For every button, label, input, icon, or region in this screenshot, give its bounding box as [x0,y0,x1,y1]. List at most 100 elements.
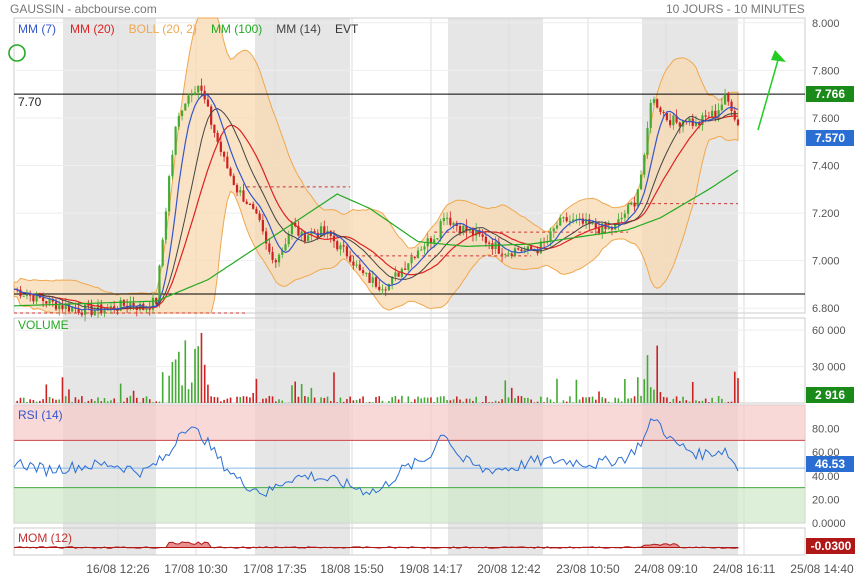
volume-bar [585,397,587,403]
candle [345,246,349,257]
candle [436,238,439,240]
volume-bar [271,396,274,403]
period-label: 10 JOURS - 10 MINUTES [666,2,805,16]
volume-bar [669,402,671,403]
candle [520,249,523,252]
candle [184,103,187,111]
candle [416,250,420,258]
volume-bar [443,396,445,403]
candle [727,94,730,102]
legend-mm100[interactable]: MM (100) [211,22,262,36]
candle [242,190,245,202]
volume-bar [465,398,468,403]
x-tick-label: 25/08 14:40 [790,562,854,576]
candle [32,295,35,302]
candle [29,294,32,296]
volume-bar [514,398,516,403]
candle [639,174,643,190]
price-tick-label: 6.800 [812,303,840,315]
legend-mm20[interactable]: MM (20) [70,22,115,36]
level-label: 7.70 [18,95,42,109]
volume-bar [129,395,132,403]
candle [704,115,707,117]
candle [452,222,455,225]
price-tick-label: 7.600 [812,113,840,125]
volume-bar [410,401,413,403]
volume-bar [300,383,303,403]
candle [397,272,400,277]
volume-bar [64,396,67,403]
volume-bar [349,396,351,403]
candle [168,176,171,212]
volume-bar [698,401,701,403]
volume-bar [210,396,212,403]
candle [164,211,168,240]
volume-bar [436,397,439,403]
candle [232,175,235,185]
volume-bar [184,340,187,403]
volume-bar [35,401,38,403]
candle [733,110,736,120]
volume-bar [637,377,639,403]
candle [187,95,190,104]
candle [235,184,239,193]
legend-boll[interactable]: BOLL (20, 2) [129,22,197,36]
volume-bar [307,396,309,403]
legend-evt[interactable]: EVT [335,22,358,36]
high-price-tag: 7.766 [806,86,854,102]
x-tick-label: 24/08 16:11 [713,562,776,576]
volume-bar [601,397,604,403]
volume-bar [194,348,196,403]
candle [481,234,484,237]
volume-bar [381,400,384,403]
volume-bar [633,396,636,403]
candle [193,92,197,95]
legend-mm14[interactable]: MM (14) [276,22,321,36]
volume-bar [336,402,339,403]
candle [352,261,355,266]
volume-bar [646,355,649,403]
candle [197,85,200,93]
candle [517,248,520,250]
volume-bar [103,398,106,403]
volume-bar [685,400,688,403]
candle [594,222,597,229]
volume-bar [68,389,70,403]
candle [268,243,271,252]
volume-bar [591,396,594,403]
volume-bar [58,399,61,403]
volume-bar [39,400,41,403]
candle [491,243,494,250]
candle [226,156,229,169]
rsi-tick-label: 80.00 [812,424,840,436]
volume-bar [546,397,549,403]
volume-bar [459,399,461,403]
legend-mm7[interactable]: MM (7) [18,22,56,36]
volume-bar [572,402,574,403]
candle [58,305,61,310]
volume-bar [672,398,675,403]
volume-bar [368,401,371,403]
volume-bar [87,400,90,403]
volume-bar [71,402,73,403]
volume-bar [42,399,44,403]
x-tick-label: 17/08 10:30 [164,562,228,576]
price-tick-label: 7.400 [812,161,840,173]
volume-bar [174,359,177,403]
candle [510,253,513,256]
volume-bar [268,395,271,403]
volume-bar [598,391,600,403]
volume-bar [721,398,723,403]
volume-bar [391,397,393,403]
rsi-tick-label: 20.00 [812,494,840,506]
volume-bar [110,400,112,403]
candle [381,289,384,291]
candle [720,104,723,111]
volume-bar [197,346,200,403]
volume-bar [462,401,465,403]
candle [239,190,242,193]
volume-bar [666,397,668,403]
volume-bar [252,392,254,403]
volume-bar [494,400,497,403]
candle [103,309,106,314]
